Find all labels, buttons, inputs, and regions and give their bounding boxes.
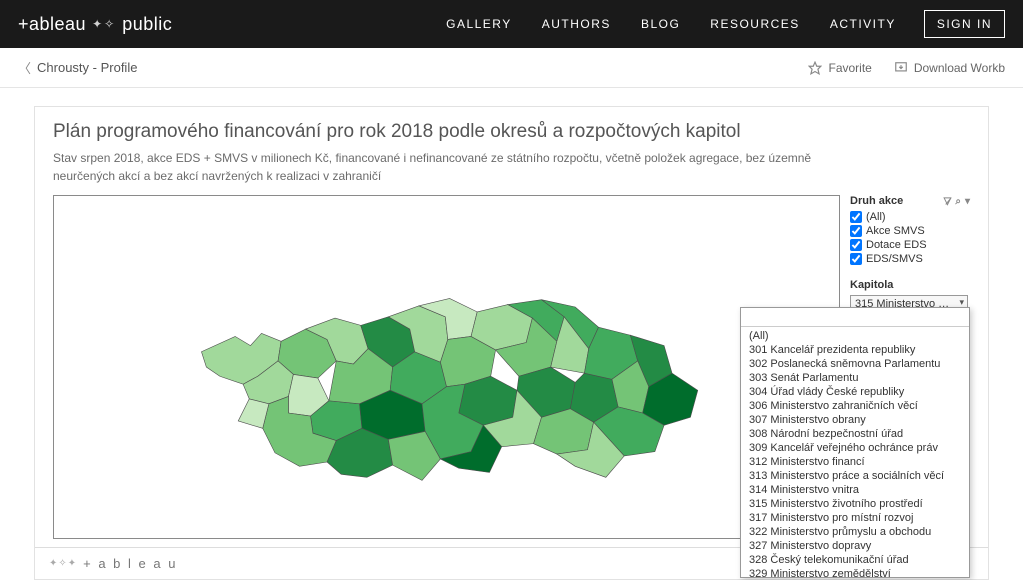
favorite-button[interactable]: Favorite (808, 61, 871, 75)
viz-title: Plán programového financování pro rok 20… (53, 121, 970, 143)
nav-resources[interactable]: RESOURCES (710, 17, 800, 31)
filter-druh-title: Druh akce (850, 195, 903, 207)
nav-authors[interactable]: AUTHORS (542, 17, 611, 31)
kapitola-option[interactable]: 307 Ministerstvo obrany (741, 413, 969, 427)
viz-panel: Plán programového financování pro rok 20… (34, 106, 989, 580)
druh-label: EDS/SMVS (866, 253, 923, 265)
druh-filter-row[interactable]: (All) (850, 211, 970, 223)
kapitola-option[interactable]: 315 Ministerstvo životního prostředí (741, 497, 969, 511)
druh-filter-row[interactable]: EDS/SMVS (850, 253, 970, 265)
kapitola-option[interactable]: 322 Ministerstvo průmyslu a obchodu (741, 525, 969, 539)
druh-filter-row[interactable]: Akce SMVS (850, 225, 970, 237)
druh-checkbox[interactable] (850, 225, 862, 237)
druh-label: (All) (866, 211, 886, 223)
nav-blog[interactable]: BLOG (641, 17, 680, 31)
download-icon (894, 61, 908, 75)
logo-plus-icon: ✦✧ (92, 17, 116, 31)
download-workbook-button[interactable]: Download Workb (894, 61, 1005, 75)
sign-in-button[interactable]: SIGN IN (924, 10, 1005, 38)
nav-links: GALLERY AUTHORS BLOG RESOURCES ACTIVITY (446, 17, 896, 31)
kapitola-option[interactable]: 328 Český telekomunikační úřad (741, 553, 969, 567)
kapitola-option[interactable]: 313 Ministerstvo práce a sociálních věcí (741, 469, 969, 483)
filter-dropdown-icon[interactable]: ▾ (965, 196, 970, 207)
kapitola-option[interactable]: 304 Úřad vlády České republiky (741, 385, 969, 399)
kapitola-option[interactable]: 317 Ministerstvo pro místní rozvoj (741, 511, 969, 525)
druh-filter-row[interactable]: Dotace EDS (850, 239, 970, 251)
kapitola-option[interactable]: 302 Poslanecká sněmovna Parlamentu (741, 357, 969, 371)
viz-subtitle: Stav srpen 2018, akce EDS + SMVS v milio… (53, 149, 833, 185)
logo-text-right: public (122, 14, 172, 35)
kapitola-option[interactable]: 308 Národní bezpečnostní úřad (741, 427, 969, 441)
top-nav: +ableau ✦✧ public GALLERY AUTHORS BLOG R… (0, 0, 1023, 48)
kapitola-option[interactable]: 312 Ministerstvo financí (741, 455, 969, 469)
filter-funnel-icon[interactable]: ▽̷ (944, 196, 952, 207)
sub-bar: 〈 Chrousty - Profile Favorite Download W… (0, 48, 1023, 88)
tableau-footer-label: + a b l e a u (83, 556, 177, 571)
download-label: Download Workb (914, 61, 1005, 75)
favorite-label: Favorite (828, 61, 871, 75)
druh-label: Akce SMVS (866, 225, 925, 237)
druh-checkbox[interactable] (850, 211, 862, 223)
kapitola-search-input[interactable] (741, 308, 969, 327)
nav-activity[interactable]: ACTIVITY (830, 17, 896, 31)
tableau-logo-dots-icon: ✦✧✦ (49, 558, 77, 569)
filter-kapitola-title: Kapitola (850, 279, 893, 291)
kapitola-option[interactable]: 303 Senát Parlamentu (741, 371, 969, 385)
druh-checkbox[interactable] (850, 239, 862, 251)
filter-search-icon[interactable]: ⌕ (955, 196, 961, 207)
nav-gallery[interactable]: GALLERY (446, 17, 512, 31)
choropleth-map[interactable] (53, 195, 840, 539)
kapitola-option-list[interactable]: (All)301 Kancelář prezidenta republiky30… (741, 327, 969, 577)
star-icon (808, 61, 822, 75)
druh-label: Dotace EDS (866, 239, 927, 251)
tableau-public-logo[interactable]: +ableau ✦✧ public (18, 14, 172, 35)
kapitola-option[interactable]: 329 Ministerstvo zemědělství (741, 567, 969, 577)
kapitola-option[interactable]: (All) (741, 329, 969, 343)
kapitola-option[interactable]: 301 Kancelář prezidenta republiky (741, 343, 969, 357)
chevron-left-icon[interactable]: 〈 (18, 58, 31, 77)
logo-text-left: +ableau (18, 14, 86, 35)
breadcrumb-profile[interactable]: Chrousty - Profile (37, 60, 137, 75)
tableau-footer-logo[interactable]: ✦✧✦ + a b l e a u (49, 556, 177, 571)
kapitola-option[interactable]: 309 Kancelář veřejného ochránce práv (741, 441, 969, 455)
kapitola-dropdown-popup: (All)301 Kancelář prezidenta republiky30… (740, 307, 970, 578)
kapitola-option[interactable]: 306 Ministerstvo zahraničních věcí (741, 399, 969, 413)
druh-checkbox[interactable] (850, 253, 862, 265)
kapitola-option[interactable]: 314 Ministerstvo vnitra (741, 483, 969, 497)
kapitola-option[interactable]: 327 Ministerstvo dopravy (741, 539, 969, 553)
